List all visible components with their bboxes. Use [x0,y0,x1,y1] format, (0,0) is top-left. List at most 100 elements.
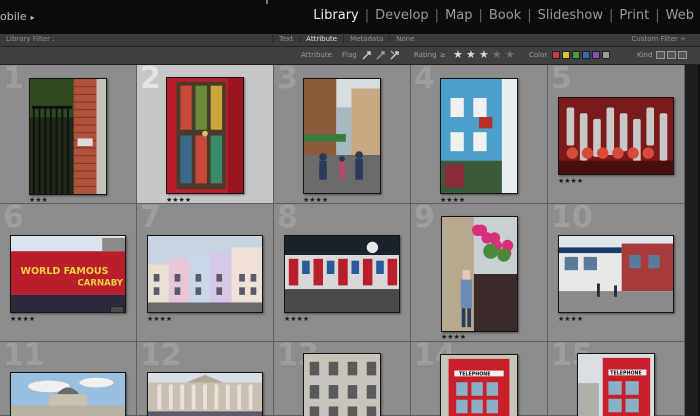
filter-tab-attribute[interactable]: Attribute [299,35,343,43]
identity-plate[interactable]: obile ▸ [0,10,35,23]
grid-cell[interactable]: 11 [0,338,137,416]
kind-video-icon[interactable] [678,51,687,59]
grid-cell[interactable]: 14 TELEPHONE [411,339,548,416]
photo-image [441,79,517,193]
photo-image [11,373,125,416]
filter-tabs: Text Attribute Metadata None [272,35,421,43]
color-swatch-red[interactable] [552,51,560,59]
grid-cell[interactable]: 3 ★★★★ [274,65,411,204]
star-rating[interactable]: ★★★★ [284,315,309,323]
color-swatch-purple[interactable] [592,51,600,59]
color-swatch-yellow[interactable] [562,51,570,59]
star-rating[interactable]: ★★★★ [303,196,328,204]
star-rating[interactable]: ★★★ [29,196,48,204]
photo-image [148,236,262,312]
grid-cell[interactable]: 9 ★★★★ [411,200,548,342]
photo-image [285,236,399,312]
rating-star-3-icon[interactable]: ★ [479,49,489,61]
photo-thumbnail[interactable] [29,78,107,195]
grid-cell[interactable]: 10 ★★★★ [548,200,685,342]
photo-thumbnail[interactable] [303,353,381,416]
filter-tab-text[interactable]: Text [272,35,299,43]
rating-star-2-icon[interactable]: ★ [466,49,476,61]
cell-index-number: 11 [3,338,45,373]
rating-star-4-icon[interactable]: ★ [492,49,502,61]
photo-thumbnail[interactable] [284,235,400,313]
star-rating[interactable]: ★★★★ [558,177,583,185]
grid-cell[interactable]: 6 WORLD FAMOUS CARNABY ★★★★ [0,200,137,342]
panel-toggle-notch[interactable] [266,0,268,4]
color-label: Color [529,51,548,59]
kind-virtual-copy-icon[interactable] [667,51,676,59]
svg-text:WORLD FAMOUS: WORLD FAMOUS [21,266,109,277]
flag-rejected-icon[interactable] [389,49,401,61]
cell-index-number: 10 [551,200,593,235]
module-book[interactable]: Book [483,8,527,23]
grid-cell[interactable]: 1 ★★★ [0,65,137,204]
photo-thumbnail[interactable]: TELEPHONE [577,353,655,416]
photo-image [559,236,673,312]
module-library[interactable]: Library [307,8,364,23]
grid-cell[interactable]: 4 ★★★★ [411,65,548,204]
library-grid[interactable]: 1 ★★★ 2 ★★★★ 3 ★★★★ 4 ★★★★ 5 ★★★★ 6 WORLD FAM… [0,65,700,416]
module-web[interactable]: Web [660,8,700,23]
grid-cell[interactable]: 13 [274,339,411,416]
cell-index-number: 2 [140,65,161,96]
photo-image [304,354,380,416]
flag-pick-icon[interactable] [361,49,373,61]
module-print[interactable]: Print [613,8,655,23]
photo-thumbnail[interactable] [440,78,518,194]
cell-index-number: 9 [414,200,435,235]
photo-image: WORLD FAMOUS CARNABY [11,236,125,312]
star-rating[interactable]: ★★★★ [147,315,172,323]
photo-thumbnail[interactable]: TELEPHONE [440,354,518,416]
library-filter-title: Library Filter : [6,35,55,43]
photo-thumbnail[interactable] [10,372,126,416]
rating-label: Rating [414,51,437,59]
rating-star-1-icon[interactable]: ★ [453,49,463,61]
filter-tab-none[interactable]: None [389,35,420,43]
kind-master-photo-icon[interactable] [656,51,665,59]
star-rating[interactable]: ★★★★ [166,196,191,204]
identity-menu-icon[interactable]: ▸ [31,13,35,22]
cell-index-number: 7 [140,200,161,235]
rating-star-5-icon[interactable]: ★ [505,49,515,61]
flag-unflagged-icon[interactable] [375,49,387,61]
metadata-badge-icon[interactable] [110,306,124,313]
photo-thumbnail[interactable] [441,216,518,332]
color-swatch-green[interactable] [572,51,580,59]
photo-thumbnail[interactable] [166,77,244,194]
star-rating[interactable]: ★★★★ [558,315,583,323]
photo-image [30,79,106,194]
photo-thumbnail[interactable] [147,372,263,416]
photo-image [304,79,380,193]
grid-cell[interactable]: 8 ★★★★ [274,201,411,342]
photo-thumbnail[interactable] [147,235,263,313]
photo-thumbnail[interactable]: WORLD FAMOUS CARNABY [10,235,126,313]
rating-operator[interactable]: ≥ [440,51,446,59]
photo-thumbnail[interactable] [558,235,674,313]
color-swatch-none[interactable] [602,51,610,59]
grid-cell[interactable]: 2 ★★★★ [137,65,274,204]
photo-image [167,78,243,193]
photo-image [148,373,262,416]
star-rating[interactable]: ★★★★ [440,196,465,204]
grid-cell[interactable]: 5 ★★★★ [548,65,685,204]
photo-thumbnail[interactable] [558,97,674,175]
grid-cell[interactable]: 7 ★★★★ [137,200,274,342]
filter-tab-metadata[interactable]: Metadata [343,35,389,43]
color-swatch-blue[interactable] [582,51,590,59]
star-rating[interactable]: ★★★★ [10,315,35,323]
photo-thumbnail[interactable] [303,78,381,194]
photo-image: TELEPHONE [441,355,517,416]
module-develop[interactable]: Develop [369,8,435,23]
module-slideshow[interactable]: Slideshow [532,8,609,23]
cell-index-number: 3 [277,65,298,96]
grid-cell[interactable]: 12 [137,339,274,416]
cell-index-number: 6 [3,200,24,235]
filter-preset-dropdown[interactable]: Custom Filter ÷ [632,35,686,43]
module-map[interactable]: Map [439,8,478,23]
cell-index-number: 4 [414,65,435,96]
svg-text:TELEPHONE: TELEPHONE [459,371,490,377]
grid-cell[interactable]: 15 TELEPHONE [548,339,685,416]
